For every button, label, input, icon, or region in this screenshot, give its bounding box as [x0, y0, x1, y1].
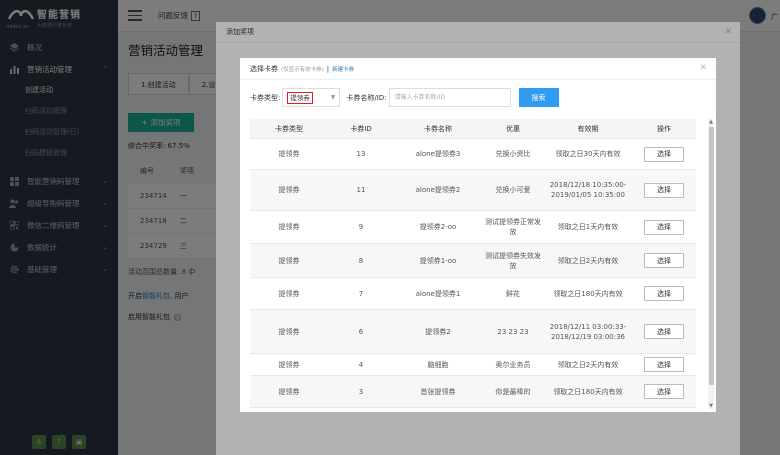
cell-action: 选择 [632, 244, 696, 277]
table-row: 提领券 4 脑细胞 奥尔业务员 领取之日2天内有效 选择 [250, 354, 696, 376]
table-header: 卡券类型 卡券ID 卡券名称 优惠 有效期 操作 [250, 119, 696, 139]
coupon-rows: 提领券 13 alone提领券3 兑换小资比 领取之日30天内有效 选择 提领券 11 alon… [250, 139, 696, 408]
cell-name: alone提领券2 [415, 186, 461, 194]
cell-name: 首张提领券 [420, 387, 456, 396]
scroll-up-icon[interactable]: ▲ [708, 119, 714, 125]
cell-benefit: 兑换小资比 [495, 150, 531, 158]
cell-id: 3 [358, 387, 364, 396]
col-header: 卡券名称 [424, 124, 452, 133]
select-button[interactable]: 选择 [644, 324, 684, 339]
cell-id: 4 [358, 360, 364, 369]
cell-validity: 领取之日180天内有效 [553, 289, 623, 298]
coupon-type-select[interactable]: 提领券 ▼ [282, 88, 341, 107]
coupon-search-input[interactable]: 请输入卡券名称/ID [388, 88, 511, 107]
scroll-thumb[interactable] [708, 127, 714, 385]
cell-action: 选择 [632, 170, 696, 210]
cell-benefit: 测试提领券正常发放 [485, 218, 541, 236]
cell-action: 选择 [632, 211, 696, 243]
cell-name: 脑细胞 [427, 360, 449, 369]
search-button[interactable]: 搜索 [518, 88, 559, 107]
col-header: 有效期 [577, 124, 599, 133]
cell-name: 提领券1-oo [419, 256, 457, 265]
coupon-filter-bar: 卡券类型: 提领券 ▼ 卡券名称/ID: 请输入卡券名称/ID 搜索 [250, 88, 559, 107]
cell-id: 13 [356, 150, 366, 158]
coupon-table: 卡券类型 卡券ID 卡券名称 优惠 有效期 操作 提领券 13 alone提领券3 兑… [250, 119, 696, 408]
coupon-type-label: 卡券类型: [250, 93, 281, 102]
table-row: 提领券 11 alone提领券2 兑换小可爱 2018/12/18 10:35:00-2… [250, 170, 696, 211]
select-button[interactable]: 选择 [644, 219, 684, 235]
cell-validity: 领取之日180天内有效 [553, 387, 623, 396]
select-button[interactable]: 选择 [644, 286, 684, 301]
cell-type: 提领券 [278, 327, 300, 336]
col-header: 卡券类型 [275, 124, 303, 133]
chevron-down-icon: ▼ [330, 94, 336, 101]
select-button[interactable]: 选择 [644, 253, 684, 268]
table-row: 提领券 9 提领券2-oo 测试提领券正常发放 领取之日1天内有效 选择 [250, 211, 696, 244]
select-button[interactable]: 选择 [644, 384, 684, 399]
cell-type: 提领券 [278, 289, 300, 298]
col-header: 优惠 [506, 124, 520, 133]
cell-validity: 领取之日2天内有效 [557, 360, 619, 369]
scroll-down-icon[interactable]: ▼ [708, 403, 714, 409]
cell-type: 提领券 [278, 186, 300, 194]
cell-type: 提领券 [278, 150, 300, 158]
cell-type: 提领券 [278, 387, 300, 396]
cell-name: 提领券2-oo [419, 223, 457, 231]
col-header: 操作 [657, 124, 671, 133]
cell-action: 选择 [632, 354, 696, 375]
cell-id: 6 [358, 327, 364, 336]
col-header: 卡券ID [350, 124, 372, 133]
cell-id: 7 [358, 289, 364, 298]
cell-validity: 领取之日30天内有效 [555, 150, 621, 158]
cell-action: 选择 [632, 139, 696, 169]
cell-validity: 领取之日1天内有效 [557, 223, 619, 231]
select-button[interactable]: 选择 [644, 146, 684, 162]
cell-type: 提领券 [278, 223, 300, 231]
cell-id: 8 [358, 256, 364, 265]
cell-benefit: 兑换小可爱 [495, 186, 531, 194]
coupon-id-label: 卡券名称/ID: [346, 93, 387, 102]
cell-action: 选择 [632, 278, 696, 309]
table-row: 提领券 13 alone提领券3 兑换小资比 领取之日30天内有效 选择 [250, 139, 696, 170]
cell-benefit: 23 23 23 [497, 327, 529, 336]
table-row: 提领券 8 提领券1-oo 测试提领券失效发放 领取之日2天内有效 选择 [250, 244, 696, 278]
select-button[interactable]: 选择 [644, 182, 684, 198]
coupon-type-value: 提领券 [287, 91, 313, 104]
cell-name: alone提领券1 [415, 289, 461, 298]
table-scrollbar[interactable]: ▲ ▼ [708, 119, 714, 409]
select-button[interactable]: 选择 [644, 357, 684, 372]
header-separator: | [326, 64, 330, 73]
cell-benefit: 测试提领券失效发放 [485, 251, 541, 270]
cell-validity: 2018/12/11 03:00:33-2018/12/19 03:00:36 [549, 322, 627, 341]
close-icon[interactable]: ✕ [699, 63, 707, 73]
select-coupon-modal: 选择卡券 (仅显示有效卡券) | 新建卡券 ✕ 卡券类型: 提领券 ▼ 卡券名称… [240, 58, 716, 412]
cell-benefit: 鲜花 [506, 289, 520, 298]
cell-validity: 领取之日2天内有效 [557, 256, 619, 265]
cell-id: 9 [358, 223, 364, 231]
cell-id: 11 [356, 186, 366, 194]
cell-name: 提领券2 [425, 327, 451, 336]
cell-type: 提领券 [278, 360, 300, 369]
cell-action: 选择 [632, 310, 696, 353]
cell-action: 选择 [632, 376, 696, 407]
cell-validity: 2018/12/18 10:35:00-2019/01/05 10:35:00 [549, 181, 627, 199]
table-row: 提领券 6 提领券2 23 23 23 2018/12/11 03:00:33-2018… [250, 310, 696, 354]
new-coupon-link[interactable]: 新建卡券 [332, 65, 354, 73]
cell-type: 提领券 [278, 256, 300, 265]
cell-benefit: 奥尔业务员 [495, 360, 531, 369]
valid-only-hint: (仅显示有效卡券) [281, 66, 324, 73]
select-coupon-header: 选择卡券 (仅显示有效卡券) | 新建卡券 [240, 58, 716, 80]
cell-name: alone提领券3 [415, 150, 461, 158]
cell-benefit: 你是最棒的 [495, 387, 531, 396]
table-row: 提领券 3 首张提领券 你是最棒的 领取之日180天内有效 选择 [250, 376, 696, 408]
table-row: 提领券 7 alone提领券1 鲜花 领取之日180天内有效 选择 [250, 278, 696, 310]
select-coupon-title: 选择卡券 [250, 64, 278, 73]
